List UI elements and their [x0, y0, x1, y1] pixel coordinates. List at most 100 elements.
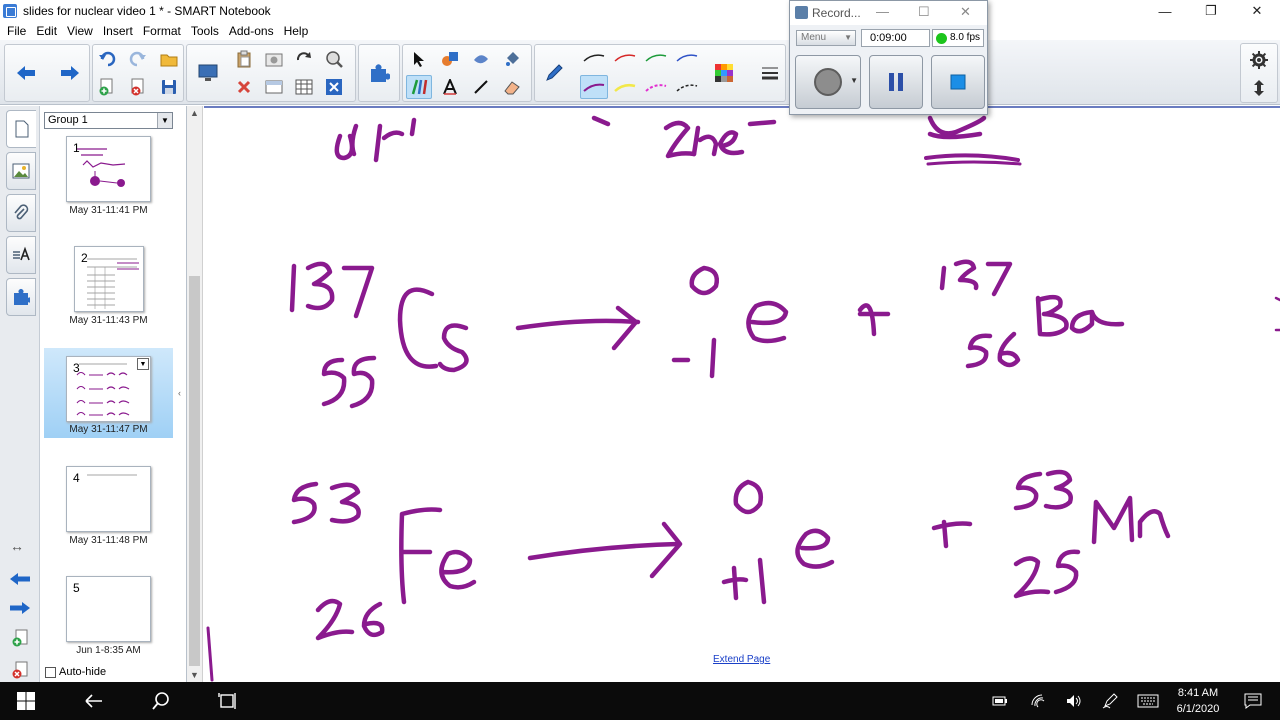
canvas-vertical-scrollbar[interactable]: ▲ ▼ [187, 106, 203, 682]
network-icon[interactable] [1026, 682, 1050, 720]
open-file-button[interactable] [156, 47, 182, 71]
record-button[interactable]: ▼ [795, 55, 861, 109]
search-button[interactable] [139, 682, 183, 720]
add-page-button[interactable] [94, 75, 120, 99]
pen-style-black[interactable] [583, 53, 605, 63]
tab-attachments[interactable] [6, 194, 36, 232]
customize-toolbar-button[interactable] [1246, 48, 1272, 72]
shapes-tool-button[interactable] [437, 47, 463, 71]
screen-shade-button[interactable] [195, 61, 221, 85]
delete-page-button[interactable] [125, 75, 151, 99]
menu-help[interactable]: Help [279, 22, 314, 40]
line-style-button[interactable] [757, 61, 783, 85]
pen-style-blue[interactable] [676, 53, 698, 63]
system-clock[interactable]: 8:41 AM 6/1/2020 [1168, 685, 1228, 717]
menu-format[interactable]: Format [138, 22, 186, 40]
back-button[interactable] [72, 682, 116, 720]
fill-tool-button[interactable] [499, 47, 525, 71]
close-button[interactable]: ✕ [1234, 0, 1280, 22]
page-nav-group [4, 44, 90, 102]
ink-ba-137-7 [985, 261, 1013, 297]
pen-ink-workspace-icon[interactable] [1098, 682, 1122, 720]
menu-add-ons[interactable]: Add-ons [224, 22, 279, 40]
menu-view[interactable]: View [62, 22, 98, 40]
page-thumbnail-5[interactable]: 5 Jun 1-8:35 AM [44, 574, 173, 664]
sidebar-add-page[interactable] [0, 626, 40, 650]
tab-page-sorter[interactable] [6, 110, 36, 148]
pen-style-red[interactable] [614, 53, 636, 63]
eraser-tool-button[interactable] [499, 75, 525, 99]
task-view-button[interactable] [206, 682, 250, 720]
scroll-up-arrow-icon[interactable]: ▲ [190, 108, 199, 118]
tab-add-ons[interactable] [6, 278, 36, 316]
close-tool-button[interactable] [321, 75, 347, 99]
sidebar-previous-page[interactable] [0, 567, 40, 591]
page-menu-chevron-icon[interactable]: ▼ [137, 358, 149, 370]
sidebar-next-page[interactable] [0, 596, 40, 620]
menu-insert[interactable]: Insert [98, 22, 138, 40]
previous-page-button[interactable] [13, 61, 39, 85]
paste-button[interactable] [231, 47, 257, 71]
whiteboard-canvas[interactable]: Extend Page [204, 106, 1280, 682]
menu-file[interactable]: File [2, 22, 31, 40]
pen-style-black-dash[interactable] [676, 83, 698, 93]
color-grid-icon [715, 64, 733, 82]
tab-gallery[interactable] [6, 152, 36, 190]
pen-properties-button[interactable] [541, 61, 567, 85]
pen-style-magenta[interactable] [645, 83, 667, 93]
page-thumbnail-3-selected[interactable]: 3 ▼ May 31-11:47 PM [44, 348, 173, 438]
pen-style-green[interactable] [645, 53, 667, 63]
chevron-down-icon: ▼ [157, 113, 172, 128]
minimize-button[interactable]: — [1142, 0, 1188, 22]
volume-icon[interactable] [1062, 682, 1086, 720]
next-page-button[interactable] [57, 61, 83, 85]
auto-hide-label: Auto-hide [59, 666, 107, 678]
page-thumbnail-1[interactable]: 1 May 31-11:41 PM [44, 134, 173, 224]
page-thumbnail-4[interactable]: 4 May 31-11:48 PM [44, 464, 173, 554]
auto-hide-checkbox[interactable] [45, 666, 56, 678]
add-ons-button[interactable] [366, 61, 392, 85]
zoom-button[interactable] [321, 47, 347, 71]
notifications-icon[interactable] [1238, 682, 1268, 720]
pens-tool-button[interactable] [406, 75, 432, 99]
screen-shade-toggle[interactable] [261, 75, 287, 99]
group-dropdown[interactable]: Group 1 ▼ [44, 112, 173, 129]
stop-button[interactable] [931, 55, 985, 109]
delete-button[interactable] [231, 75, 257, 99]
touch-keyboard-icon[interactable] [1134, 682, 1162, 720]
page-thumbnail-2[interactable]: 2 May 31-11:43 PM [44, 244, 173, 334]
pen-style-purple-selected[interactable] [580, 75, 608, 99]
undo-button[interactable] [94, 47, 120, 71]
line-tool-button[interactable] [468, 75, 494, 99]
text-tool-button[interactable] [437, 75, 463, 99]
screen-capture-button[interactable] [261, 47, 287, 71]
move-toolbar-button[interactable] [1246, 76, 1272, 100]
scrollbar-thumb[interactable] [189, 276, 200, 666]
menu-tools[interactable]: Tools [186, 22, 224, 40]
pen-style-yellow[interactable] [614, 83, 636, 93]
restore-button[interactable]: ❐ [1188, 0, 1234, 22]
recorder-close-button[interactable]: ✕ [960, 4, 971, 20]
windows-start-button[interactable] [4, 682, 48, 720]
redo-button[interactable] [125, 47, 151, 71]
recorder-minimize-button[interactable]: — [876, 4, 889, 19]
auto-hide-option[interactable]: Auto-hide [45, 666, 106, 678]
battery-icon[interactable] [988, 682, 1012, 720]
recorder-menu-dropdown[interactable]: Menu ▼ [796, 30, 856, 46]
scroll-down-arrow-icon[interactable]: ▼ [190, 670, 199, 680]
sorter-collapse-chevron-icon[interactable]: ‹ [178, 388, 181, 398]
insert-table-button[interactable] [291, 75, 317, 99]
sidebar-resize-arrow-icon[interactable]: ↔ [10, 538, 24, 554]
color-palette-button[interactable] [711, 61, 737, 85]
pause-button[interactable] [869, 55, 923, 109]
eraser-shape-button[interactable] [468, 47, 494, 71]
extend-page-link[interactable]: Extend Page [713, 654, 770, 665]
record-options-chevron-icon[interactable]: ▼ [850, 76, 858, 85]
select-tool-button[interactable] [406, 47, 432, 71]
left-arrow-icon [17, 66, 35, 80]
tab-properties[interactable] [6, 236, 36, 274]
sidebar-delete-page[interactable] [0, 658, 40, 682]
rotate-button[interactable] [291, 47, 317, 71]
menu-edit[interactable]: Edit [31, 22, 62, 40]
save-button[interactable] [156, 75, 182, 99]
